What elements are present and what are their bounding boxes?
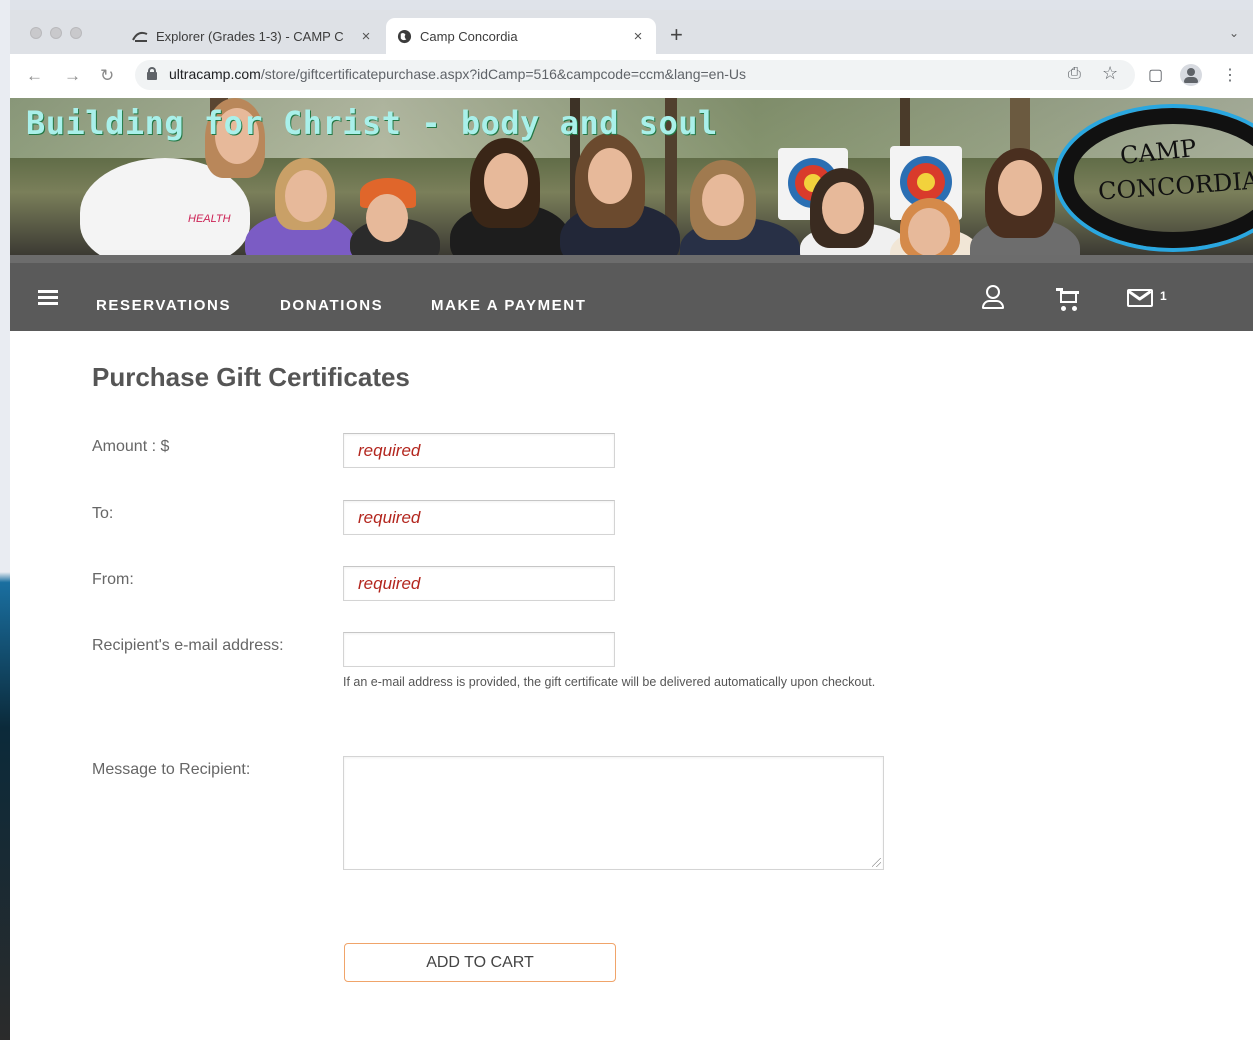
bookmark-star-icon[interactable]: ☆ <box>1102 63 1118 84</box>
from-field[interactable] <box>343 566 615 601</box>
camper-face <box>366 194 408 242</box>
back-arrow-icon[interactable]: ← <box>26 66 43 86</box>
camper-face <box>908 208 950 255</box>
tab-title: Explorer (Grades 1-3) - CAMP C <box>156 28 344 44</box>
to-label: To: <box>92 505 114 522</box>
email-label: Recipient's e-mail address: <box>92 637 284 654</box>
side-panel-icon[interactable]: ▢ <box>1148 65 1163 85</box>
site-nav-bar: RESERVATIONS DONATIONS MAKE A PAYMENT 1 <box>10 255 1253 331</box>
lock-icon[interactable] <box>147 67 157 80</box>
nav-donations[interactable]: DONATIONS <box>280 297 383 314</box>
camper-face <box>822 182 864 234</box>
to-field[interactable] <box>343 500 615 535</box>
camper-face <box>484 153 528 209</box>
camper-face <box>285 170 327 222</box>
address-toolbar: ← → ↻ ultracamp.com/store/giftcertificat… <box>10 54 1253 98</box>
share-icon[interactable]: ⎙ <box>1068 65 1081 83</box>
from-label: From: <box>92 571 134 588</box>
tab-close-icon[interactable]: × <box>628 28 648 45</box>
url-path: /store/giftcertificatepurchase.aspx?idCa… <box>260 66 747 82</box>
mail-icon[interactable] <box>1127 285 1155 309</box>
camper-face <box>998 160 1042 216</box>
message-textarea[interactable] <box>343 756 884 870</box>
tab-explorer[interactable]: Explorer (Grades 1-3) - CAMP C × <box>122 18 384 54</box>
new-tab-button[interactable]: + <box>670 22 683 48</box>
browser-window: Explorer (Grades 1-3) - CAMP C × Camp Co… <box>10 10 1253 1040</box>
desktop-background-top <box>0 0 1253 10</box>
browser-menu-icon[interactable]: ⋮ <box>1222 65 1238 85</box>
amount-field[interactable] <box>343 433 615 468</box>
amount-label: Amount : $ <box>92 438 170 455</box>
email-hint-text: If an e-mail address is provided, the gi… <box>343 675 876 689</box>
nav-reservations[interactable]: RESERVATIONS <box>96 297 231 314</box>
resize-grip-icon[interactable] <box>872 858 881 867</box>
camper-face <box>702 174 744 226</box>
mail-count-badge: 1 <box>1160 289 1167 303</box>
camper-face <box>588 148 632 204</box>
user-account-icon[interactable] <box>982 285 1006 311</box>
shopping-cart-icon[interactable] <box>1056 285 1082 313</box>
maximize-window-button[interactable] <box>70 27 82 39</box>
amount-input[interactable] <box>344 434 614 467</box>
from-input[interactable] <box>344 567 614 600</box>
url-host: ultracamp.com <box>169 66 261 82</box>
email-input[interactable] <box>344 633 614 666</box>
message-input[interactable] <box>344 757 883 869</box>
desktop-background-left <box>0 0 10 1040</box>
url-text[interactable]: ultracamp.com/store/giftcertificatepurch… <box>169 66 746 82</box>
tab-close-icon[interactable]: × <box>356 28 376 45</box>
camp-logo-icon <box>132 28 148 44</box>
tab-title: Camp Concordia <box>420 28 518 44</box>
message-label: Message to Recipient: <box>92 761 251 778</box>
hamburger-menu-icon[interactable] <box>38 290 58 306</box>
close-window-button[interactable] <box>30 27 42 39</box>
camp-concordia-logo[interactable]: CAMP CONCORDIA <box>1040 98 1253 255</box>
email-field[interactable] <box>343 632 615 667</box>
banner-tagline: Building for Christ - body and soul <box>26 104 718 142</box>
address-bar[interactable]: ultracamp.com/store/giftcertificatepurch… <box>135 60 1135 90</box>
forward-arrow-icon[interactable]: → <box>64 66 81 86</box>
page-title: Purchase Gift Certificates <box>92 362 410 392</box>
shirt-print: HEALTH <box>188 213 231 225</box>
tab-bar: Explorer (Grades 1-3) - CAMP C × Camp Co… <box>10 10 1253 54</box>
camp-banner-image: HEALTH Building for Christ - body and so… <box>10 98 1253 255</box>
reload-icon[interactable]: ↻ <box>100 66 114 86</box>
add-to-cart-button[interactable]: ADD TO CART <box>344 943 616 982</box>
tab-search-chevron-icon[interactable]: ⌄ <box>1229 26 1239 40</box>
to-input[interactable] <box>344 501 614 534</box>
globe-icon <box>396 28 412 44</box>
profile-avatar-icon[interactable] <box>1180 64 1202 86</box>
tab-camp-concordia[interactable]: Camp Concordia × <box>386 18 656 54</box>
nav-make-a-payment[interactable]: MAKE A PAYMENT <box>431 297 586 314</box>
minimize-window-button[interactable] <box>50 27 62 39</box>
